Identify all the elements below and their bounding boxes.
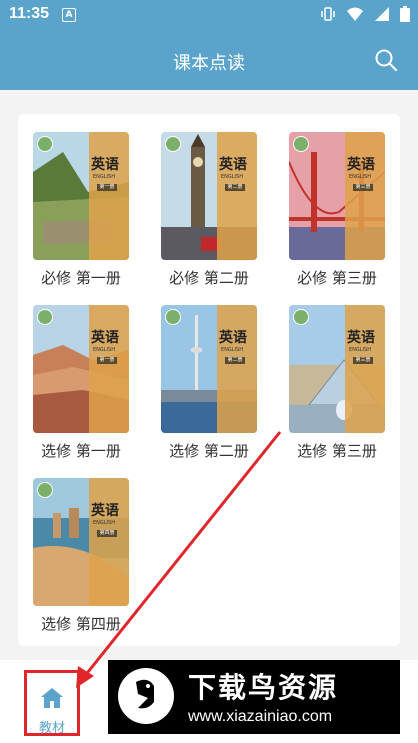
- book-label: 选修 第一册: [41, 442, 121, 460]
- tab-textbooks[interactable]: 教材: [24, 670, 80, 736]
- cover-volume: 第一册: [97, 357, 117, 364]
- book-label: 必修 第三册: [297, 269, 377, 287]
- cover-subtitle: ENGLISH: [349, 347, 371, 353]
- app-bar: 课本点读: [0, 30, 418, 90]
- cover-subtitle: ENGLISH: [93, 347, 115, 353]
- status-time: 11:35: [9, 5, 50, 22]
- watermark-url: www.xiazainiao.com: [188, 708, 333, 725]
- cover-subtitle: ENGLISH: [93, 174, 115, 180]
- book-item[interactable]: 英语 ENGLISH 第二册 必修 第二册: [161, 132, 257, 288]
- publisher-logo: [165, 136, 181, 152]
- book-label: 选修 第四册: [41, 615, 121, 633]
- publisher-logo: [293, 136, 309, 152]
- book-item[interactable]: 英语 ENGLISH 第四册 选修 第四册: [33, 478, 129, 634]
- book-cover: 英语 ENGLISH 第一册: [33, 305, 129, 433]
- book-cover: 英语 ENGLISH 第二册: [161, 305, 257, 433]
- book-cover: 英语 ENGLISH 第四册: [33, 478, 129, 606]
- book-cover: 英语 ENGLISH 第一册: [33, 132, 129, 260]
- tab-label: 教材: [38, 721, 65, 736]
- book-label: 必修 第一册: [41, 269, 121, 287]
- book-item[interactable]: 英语 ENGLISH 第一册 选修 第一册: [33, 305, 129, 461]
- cover-subtitle: ENGLISH: [221, 174, 243, 180]
- cover-volume: 第三册: [353, 184, 373, 191]
- page-title: 课本点读: [173, 53, 245, 74]
- cover-title: 英语: [347, 330, 375, 346]
- publisher-logo: [37, 309, 53, 325]
- cover-title: 英语: [91, 503, 119, 519]
- cover-volume: 第一册: [97, 184, 117, 191]
- book-cover: 英语 ENGLISH 第三册: [289, 132, 385, 260]
- watermark-title: 下载鸟资源: [188, 671, 339, 704]
- cover-subtitle: ENGLISH: [349, 174, 371, 180]
- notification-icon: A: [62, 8, 76, 22]
- cover-volume: 第三册: [353, 357, 373, 364]
- status-bar: 11:35 A: [0, 0, 418, 30]
- book-label: 选修 第三册: [297, 442, 377, 460]
- publisher-logo: [165, 309, 181, 325]
- signal-icon: [375, 7, 389, 21]
- cover-title: 英语: [91, 157, 119, 173]
- status-icons: [320, 6, 410, 22]
- cover-volume: 第四册: [97, 530, 117, 537]
- book-item[interactable]: 英语 ENGLISH 第三册 必修 第三册: [289, 132, 385, 288]
- book-cover: 英语 ENGLISH 第三册: [289, 305, 385, 433]
- book-cover: 英语 ENGLISH 第二册: [161, 132, 257, 260]
- bird-logo-icon: [118, 668, 174, 724]
- publisher-logo: [293, 309, 309, 325]
- battery-icon: [400, 6, 410, 22]
- vibrate-icon: [321, 7, 335, 21]
- cover-title: 英语: [347, 157, 375, 173]
- book-label: 必修 第二册: [169, 269, 249, 287]
- home-icon: [41, 688, 63, 708]
- book-label: 选修 第二册: [169, 442, 249, 460]
- cover-volume: 第二册: [225, 184, 245, 191]
- search-icon[interactable]: [374, 48, 398, 72]
- cover-title: 英语: [91, 330, 119, 346]
- publisher-logo: [37, 482, 53, 498]
- cover-title: 英语: [219, 330, 247, 346]
- book-item[interactable]: 英语 ENGLISH 第三册 选修 第三册: [289, 305, 385, 461]
- book-item[interactable]: 英语 ENGLISH 第二册 选修 第二册: [161, 305, 257, 461]
- book-item[interactable]: 英语 ENGLISH 第一册 必修 第一册: [33, 132, 129, 288]
- cover-subtitle: ENGLISH: [221, 347, 243, 353]
- cover-title: 英语: [219, 157, 247, 173]
- wifi-icon: [347, 7, 363, 21]
- cover-subtitle: ENGLISH: [93, 520, 115, 526]
- watermark-banner: 下载鸟资源 www.xiazainiao.com: [108, 660, 400, 734]
- cover-volume: 第二册: [225, 357, 245, 364]
- publisher-logo: [37, 136, 53, 152]
